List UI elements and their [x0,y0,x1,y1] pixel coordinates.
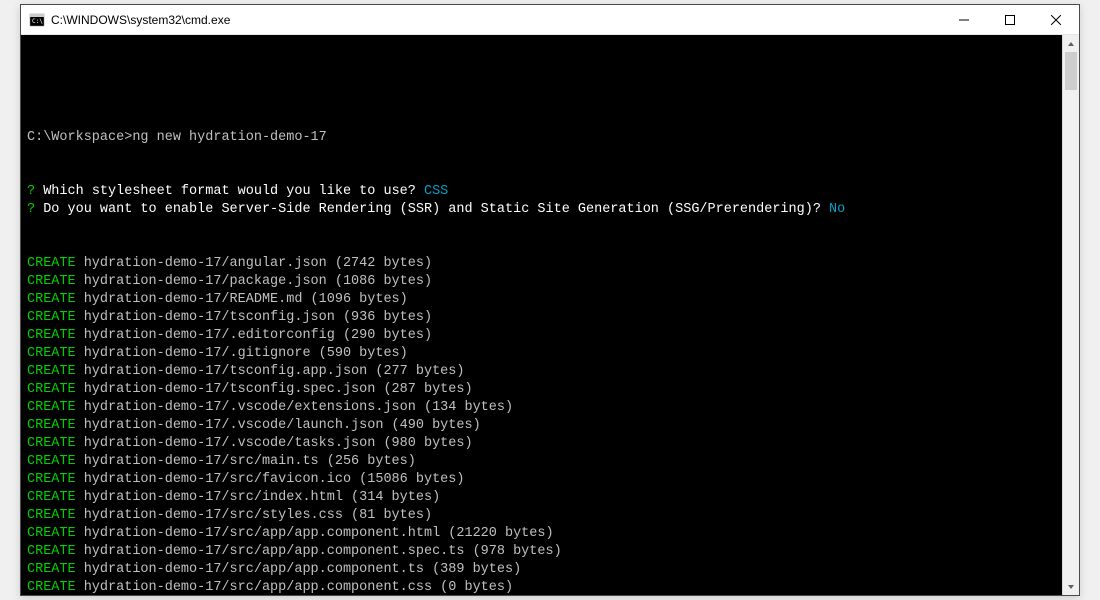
create-file-path: hydration-demo-17/.gitignore (590 bytes) [76,346,408,361]
question-answer: CSS [424,184,448,199]
create-action-label: CREATE [27,490,76,505]
prompt-line: C:\Workspace>ng new hydration-demo-17 [27,129,1056,147]
titlebar[interactable]: C:\ C:\WINDOWS\system32\cmd.exe [21,5,1079,35]
question-answer: No [829,202,845,217]
vertical-scrollbar[interactable] [1062,35,1079,595]
create-line: CREATE hydration-demo-17/.vscode/tasks.j… [27,435,1056,453]
create-action-label: CREATE [27,562,76,577]
scroll-thumb[interactable] [1065,52,1077,90]
client-area: C:\Workspace>ng new hydration-demo-17 ? … [21,35,1079,595]
create-action-label: CREATE [27,472,76,487]
create-line: CREATE hydration-demo-17/tsconfig.spec.j… [27,381,1056,399]
create-line: CREATE hydration-demo-17/src/index.html … [27,489,1056,507]
create-file-path: hydration-demo-17/.vscode/launch.json (4… [76,418,481,433]
create-action-label: CREATE [27,580,76,595]
create-file-path: hydration-demo-17/tsconfig.app.json (277… [76,364,465,379]
create-action-label: CREATE [27,328,76,343]
create-file-path: hydration-demo-17/.vscode/extensions.jso… [76,400,513,415]
create-action-label: CREATE [27,544,76,559]
command-text: ng new hydration-demo-17 [132,130,326,145]
scroll-track[interactable] [1063,52,1079,578]
create-action-label: CREATE [27,418,76,433]
create-action-label: CREATE [27,382,76,397]
create-file-path: hydration-demo-17/.vscode/tasks.json (98… [76,436,473,451]
question-text: Which stylesheet format would you like t… [35,184,424,199]
close-button[interactable] [1033,5,1079,34]
create-file-path: hydration-demo-17/src/index.html (314 by… [76,490,441,505]
create-action-label: CREATE [27,274,76,289]
create-action-label: CREATE [27,364,76,379]
window-title: C:\WINDOWS\system32\cmd.exe [51,13,230,27]
create-action-label: CREATE [27,292,76,307]
create-file-path: hydration-demo-17/src/app/app.component.… [76,580,513,595]
minimize-button[interactable] [941,5,987,34]
create-line: CREATE hydration-demo-17/src/app/app.com… [27,579,1056,595]
question-mark-icon: ? [27,184,35,199]
create-file-path: hydration-demo-17/README.md (1096 bytes) [76,292,408,307]
prompt-path: C:\Workspace> [27,130,132,145]
create-line: CREATE hydration-demo-17/tsconfig.app.js… [27,363,1056,381]
question-mark-icon: ? [27,202,35,217]
create-line: CREATE hydration-demo-17/tsconfig.json (… [27,309,1056,327]
create-line: CREATE hydration-demo-17/.vscode/extensi… [27,399,1056,417]
maximize-button[interactable] [987,5,1033,34]
create-file-path: hydration-demo-17/tsconfig.spec.json (28… [76,382,473,397]
create-file-path: hydration-demo-17/src/app/app.component.… [76,544,562,559]
create-action-label: CREATE [27,310,76,325]
create-action-label: CREATE [27,508,76,523]
create-action-label: CREATE [27,346,76,361]
cmd-window: C:\ C:\WINDOWS\system32\cmd.exe C:\Works… [20,4,1080,596]
question-text: Do you want to enable Server-Side Render… [35,202,829,217]
create-action-label: CREATE [27,454,76,469]
create-line: CREATE hydration-demo-17/.gitignore (590… [27,345,1056,363]
create-line: CREATE hydration-demo-17/src/favicon.ico… [27,471,1056,489]
create-line: CREATE hydration-demo-17/src/app/app.com… [27,525,1056,543]
create-line: CREATE hydration-demo-17/src/app/app.com… [27,561,1056,579]
create-file-path: hydration-demo-17/.editorconfig (290 byt… [76,328,432,343]
terminal-output[interactable]: C:\Workspace>ng new hydration-demo-17 ? … [21,35,1062,595]
create-action-label: CREATE [27,436,76,451]
cmd-icon: C:\ [29,12,45,28]
create-file-path: hydration-demo-17/src/styles.css (81 byt… [76,508,432,523]
window-controls [941,5,1079,34]
cli-question-line: ? Do you want to enable Server-Side Rend… [27,201,1056,219]
create-line: CREATE hydration-demo-17/src/app/app.com… [27,543,1056,561]
create-line: CREATE hydration-demo-17/src/styles.css … [27,507,1056,525]
create-line: CREATE hydration-demo-17/angular.json (2… [27,255,1056,273]
create-line: CREATE hydration-demo-17/.editorconfig (… [27,327,1056,345]
create-file-path: hydration-demo-17/src/favicon.ico (15086… [76,472,465,487]
create-file-path: hydration-demo-17/package.json (1086 byt… [76,274,432,289]
create-line: CREATE hydration-demo-17/README.md (1096… [27,291,1056,309]
blank-line [27,75,1056,93]
svg-text:C:\: C:\ [32,18,43,25]
cli-question-line: ? Which stylesheet format would you like… [27,183,1056,201]
create-line: CREATE hydration-demo-17/src/main.ts (25… [27,453,1056,471]
scroll-up-button[interactable] [1063,35,1079,52]
create-action-label: CREATE [27,400,76,415]
create-action-label: CREATE [27,526,76,541]
create-file-path: hydration-demo-17/src/main.ts (256 bytes… [76,454,416,469]
create-file-path: hydration-demo-17/angular.json (2742 byt… [76,256,432,271]
create-action-label: CREATE [27,256,76,271]
create-line: CREATE hydration-demo-17/package.json (1… [27,273,1056,291]
create-line: CREATE hydration-demo-17/.vscode/launch.… [27,417,1056,435]
create-file-path: hydration-demo-17/tsconfig.json (936 byt… [76,310,432,325]
create-file-path: hydration-demo-17/src/app/app.component.… [76,526,554,541]
create-file-path: hydration-demo-17/src/app/app.component.… [76,562,522,577]
scroll-down-button[interactable] [1063,578,1079,595]
